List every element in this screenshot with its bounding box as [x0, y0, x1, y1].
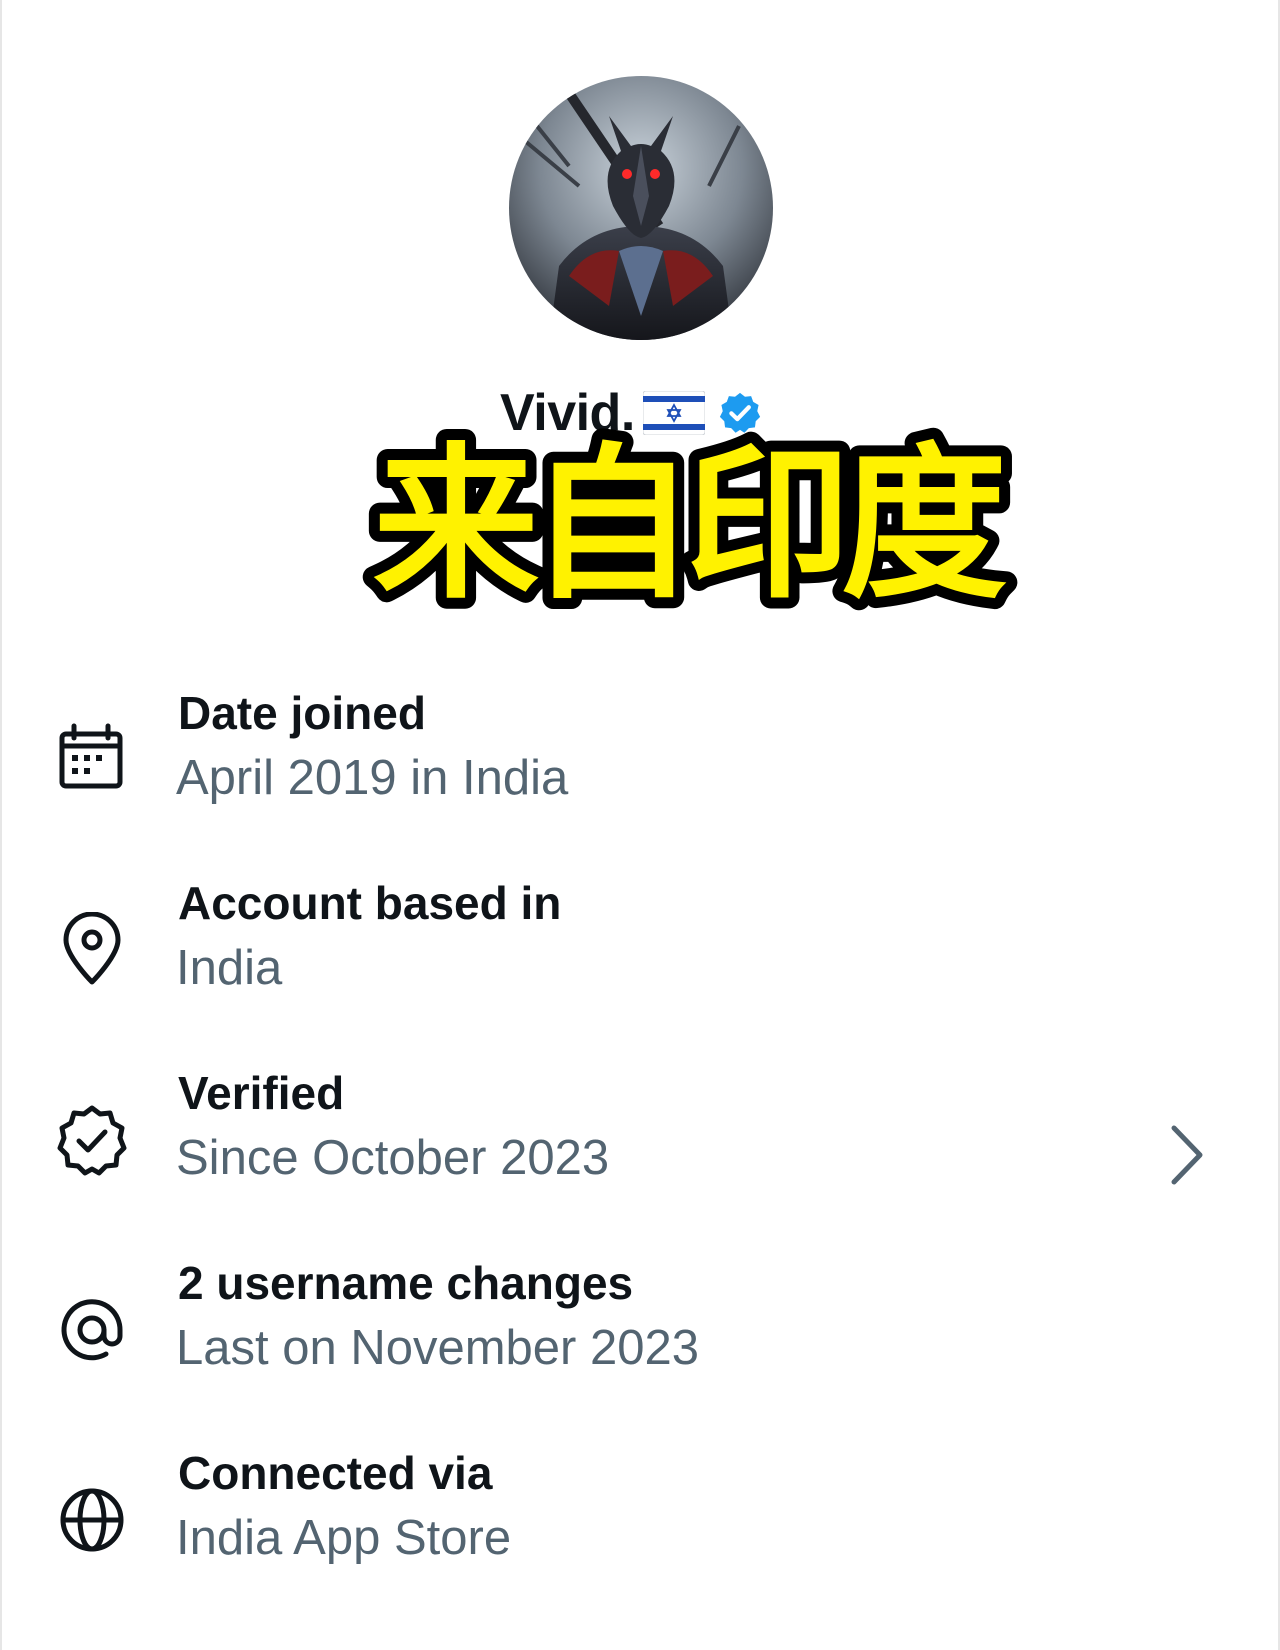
info-row-connected-via: Connected via India App Store	[0, 1444, 1280, 1594]
chevron-right-icon[interactable]	[1166, 1122, 1210, 1188]
at-sign-icon	[61, 1299, 123, 1361]
location-pin-icon	[63, 912, 121, 985]
account-based-title: Account based in	[178, 877, 562, 929]
info-row-username-changes: 2 username changes Last on November 2023	[0, 1254, 1280, 1404]
profile-avatar[interactable]	[509, 76, 773, 340]
date-joined-value: April 2019 in India	[176, 751, 569, 805]
account-based-value: India	[176, 941, 283, 995]
verified-title: Verified	[178, 1067, 345, 1119]
date-joined-title: Date joined	[178, 687, 426, 739]
verified-check-icon	[57, 1105, 127, 1176]
verified-value: Since October 2023	[176, 1131, 610, 1185]
connected-via-value: India App Store	[176, 1511, 512, 1565]
username-changes-value: Last on November 2023	[176, 1321, 699, 1375]
info-row-date-joined: Date joined April 2019 in India	[0, 684, 1280, 834]
info-row-verified[interactable]: Verified Since October 2023	[0, 1064, 1280, 1214]
info-row-account-based: Account based in India	[0, 874, 1280, 1024]
connected-via-title: Connected via	[178, 1447, 493, 1499]
username-changes-title: 2 username changes	[178, 1257, 634, 1309]
overlay-caption: 来自印度 来自印度	[330, 418, 1040, 633]
globe-icon	[60, 1488, 124, 1552]
calendar-icon	[59, 723, 123, 789]
overlay-caption-text: 来自印度	[373, 429, 1007, 622]
